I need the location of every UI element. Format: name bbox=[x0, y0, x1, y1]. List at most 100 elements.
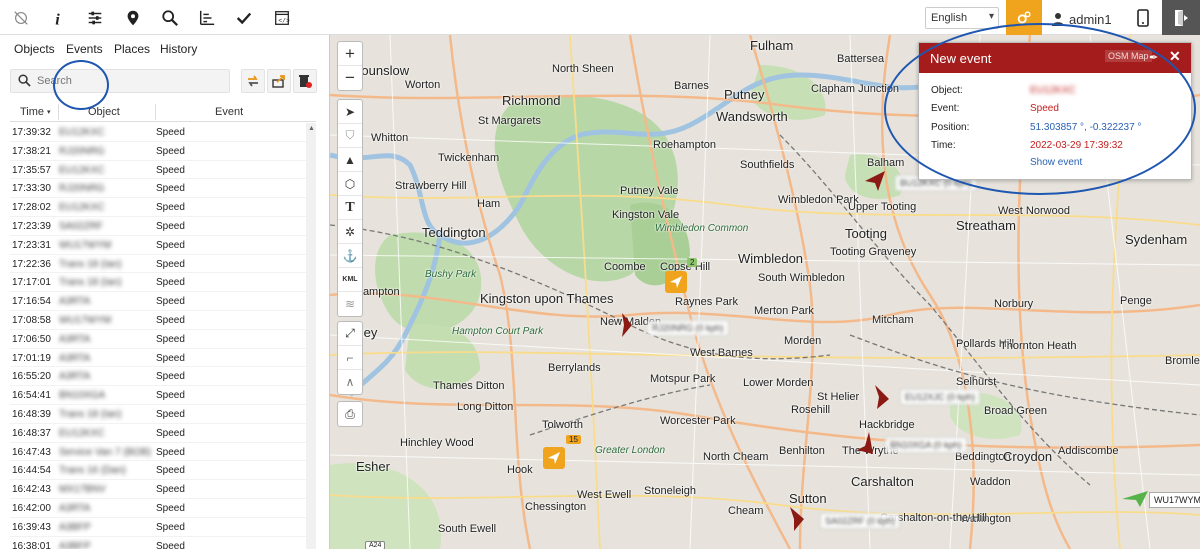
table-row[interactable]: 16:48:39 Trans 18 (Ian) Speed bbox=[10, 405, 306, 424]
refresh-button[interactable] bbox=[241, 69, 265, 93]
cell-event: Speed bbox=[156, 239, 185, 251]
info-icon[interactable]: i bbox=[45, 5, 71, 31]
place-label: Balham bbox=[867, 157, 905, 169]
vehicle-nav-marker[interactable] bbox=[543, 447, 565, 469]
ruler-icon[interactable]: ⌐ bbox=[338, 346, 362, 370]
show-event-link[interactable]: Show event bbox=[1030, 157, 1082, 168]
eye-slash-icon[interactable] bbox=[8, 5, 34, 31]
search-zoom-icon[interactable] bbox=[157, 5, 183, 31]
cell-time: 17:06:50 bbox=[12, 333, 51, 345]
navigate-icon[interactable]: ➤ bbox=[338, 100, 362, 124]
time-label: Time: bbox=[931, 140, 956, 151]
vehicle-arrow-icon[interactable] bbox=[871, 385, 891, 409]
table-row[interactable]: 17:38:21 RJ20NRG Speed bbox=[10, 142, 306, 161]
tab-objects[interactable]: Objects bbox=[14, 42, 55, 56]
export-button[interactable] bbox=[267, 69, 291, 93]
sun-icon[interactable]: ✲ bbox=[338, 220, 362, 244]
export-icon bbox=[272, 75, 285, 88]
place-label: Stoneleigh bbox=[644, 485, 696, 497]
place-label: Thornton Heath bbox=[1000, 340, 1077, 352]
language-value: English bbox=[931, 12, 968, 24]
cell-time: 17:08:58 bbox=[12, 314, 51, 326]
trash-icon bbox=[299, 75, 312, 88]
map-pin-icon[interactable] bbox=[120, 5, 146, 31]
delete-all-button[interactable] bbox=[293, 69, 317, 93]
shield-icon[interactable]: ⛉ bbox=[338, 124, 362, 148]
vehicle-arrow-icon[interactable] bbox=[855, 432, 875, 456]
cluster-count-badge[interactable]: 15 bbox=[566, 435, 581, 444]
table-row[interactable]: 17:23:39 SA02ZRF Speed bbox=[10, 217, 306, 236]
sliders-icon[interactable] bbox=[82, 5, 108, 31]
tab-history[interactable]: History bbox=[160, 42, 197, 56]
settings-button[interactable] bbox=[1006, 0, 1042, 35]
vehicle-nav-marker[interactable] bbox=[665, 271, 687, 293]
table-row[interactable]: 17:28:02 EU12KXC Speed bbox=[10, 198, 306, 217]
table-row[interactable]: 17:17:01 Trans 18 (Ian) Speed bbox=[10, 273, 306, 293]
table-row[interactable]: 17:08:58 WU17WYM Speed bbox=[10, 311, 306, 330]
table-row[interactable]: 17:39:32 EU12KXC Speed bbox=[10, 123, 306, 142]
table-row[interactable]: 17:06:50 A3RTA Speed bbox=[10, 330, 306, 349]
position-value[interactable]: 51.303857 °, -0.322237 ° bbox=[1030, 122, 1141, 133]
table-row[interactable]: 16:54:41 BN10XGA Speed bbox=[10, 386, 306, 405]
text-icon[interactable]: T bbox=[338, 196, 362, 220]
table-row[interactable]: 16:55:20 A3RTA Speed bbox=[10, 367, 306, 387]
zoom-out-button[interactable]: − bbox=[338, 66, 362, 90]
header-time[interactable]: Time bbox=[20, 106, 44, 118]
table-row[interactable]: 16:38:01 A3BFP Speed bbox=[10, 537, 306, 549]
place-label: Lower Morden bbox=[743, 377, 814, 389]
place-label: Broad Green bbox=[984, 405, 1047, 417]
cell-time: 17:23:39 bbox=[12, 220, 51, 232]
vehicle-arrow-icon[interactable] bbox=[863, 169, 887, 193]
table-row[interactable]: 17:16:54 A3RTA Speed bbox=[10, 292, 306, 311]
tab-events[interactable]: Events bbox=[66, 42, 103, 56]
header-object[interactable]: Object bbox=[88, 106, 120, 118]
table-row[interactable]: 16:39:43 A3BFP Speed bbox=[10, 518, 306, 537]
table-row[interactable]: 16:42:00 A3RTA Speed bbox=[10, 499, 306, 518]
print-icon[interactable]: ⎙ bbox=[338, 402, 362, 426]
cell-time: 16:42:00 bbox=[12, 502, 51, 514]
tab-places[interactable]: Places bbox=[114, 42, 150, 56]
vehicle-arrow-icon[interactable] bbox=[786, 507, 806, 531]
table-row[interactable]: 16:47:43 Service Van 7 (BOB) Speed bbox=[10, 443, 306, 462]
table-row[interactable]: 16:48:37 EU12KXC Speed bbox=[10, 424, 306, 443]
zoom-in-button[interactable]: + bbox=[338, 42, 362, 66]
fit-bounds-icon[interactable]: ⤢ bbox=[338, 322, 362, 346]
cell-event: Speed bbox=[156, 220, 185, 232]
table-row[interactable]: 17:33:30 RJ20NRG Speed bbox=[10, 179, 306, 199]
osm-map-label: OSM Map bbox=[1105, 50, 1152, 62]
chart-icon[interactable] bbox=[194, 5, 220, 31]
table-row[interactable]: 17:01:19 A3RTA Speed bbox=[10, 349, 306, 368]
scroll-up-icon[interactable]: ▲ bbox=[308, 125, 315, 132]
close-icon[interactable]: ✕ bbox=[1169, 48, 1181, 65]
vehicle-arrow-icon[interactable] bbox=[616, 313, 636, 337]
table-scrollbar[interactable]: ▲ bbox=[306, 123, 316, 549]
mobile-view-button[interactable] bbox=[1131, 5, 1155, 31]
header-event[interactable]: Event bbox=[215, 106, 243, 118]
table-row[interactable]: 17:22:36 Trans 18 (Ian) Speed bbox=[10, 255, 306, 274]
cell-object: WU17WYM bbox=[59, 314, 112, 326]
check-icon[interactable] bbox=[231, 5, 257, 31]
cluster-count-badge[interactable]: 2 bbox=[687, 258, 698, 267]
vehicle-label-visible[interactable]: WU17WYM bbox=[1149, 492, 1200, 508]
vehicle-arrow-green-icon[interactable] bbox=[1120, 489, 1150, 509]
table-row[interactable]: 17:23:31 WU17WYM Speed bbox=[10, 236, 306, 255]
polygon-icon[interactable]: ⬡ bbox=[338, 172, 362, 196]
cell-object: SA02ZRF bbox=[59, 220, 103, 232]
pin-icon[interactable]: ✒ bbox=[1149, 51, 1158, 64]
road-icon[interactable]: ▲ bbox=[338, 148, 362, 172]
table-row[interactable]: 16:44:54 Trans 16 (Dan) Speed bbox=[10, 461, 306, 481]
language-select[interactable]: English ▾ bbox=[925, 7, 999, 29]
table-row[interactable]: 17:35:57 EU12KXC Speed bbox=[10, 161, 306, 180]
user-menu[interactable]: admin1 bbox=[1052, 9, 1112, 29]
logout-button[interactable] bbox=[1162, 0, 1200, 35]
table-row[interactable]: 16:42:43 MX17BNV Speed bbox=[10, 480, 306, 499]
place-label: Upper Tooting bbox=[848, 201, 917, 213]
cell-event: Speed bbox=[156, 390, 185, 402]
kml-icon[interactable]: KML bbox=[338, 268, 362, 292]
anchor-icon[interactable]: ⚓ bbox=[338, 244, 362, 268]
layers-icon[interactable]: ≋ bbox=[338, 292, 362, 316]
place-label: Twickenham bbox=[438, 152, 500, 164]
angle-icon[interactable]: ∧ bbox=[338, 370, 362, 394]
code-icon[interactable]: </> bbox=[269, 5, 295, 31]
search-box[interactable] bbox=[10, 69, 230, 93]
